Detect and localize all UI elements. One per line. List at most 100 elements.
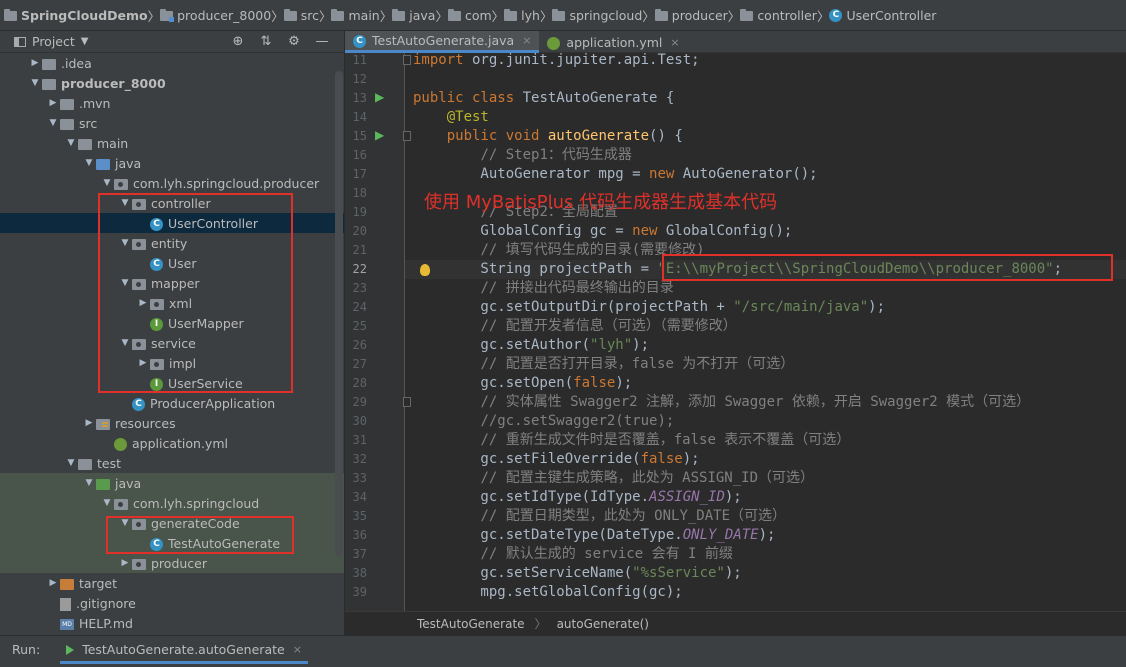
code-line[interactable]: //gc.setSwagger2(true); xyxy=(413,412,674,431)
expanded-arrow-icon[interactable]: ▼ xyxy=(118,198,132,208)
close-icon[interactable]: × xyxy=(670,36,679,49)
code-line[interactable]: // 配置开发者信息（可选）（需要修改） xyxy=(413,317,736,336)
tree-node[interactable]: ▼ mapper xyxy=(0,273,344,293)
code-line[interactable]: // 默认生成的 service 会有 I 前缀 xyxy=(413,545,732,564)
tree-node[interactable]: I UserService xyxy=(0,373,344,393)
code-line[interactable]: // 填写代码生成的目录(需要修改) xyxy=(413,241,704,260)
project-tree-scrollbar[interactable] xyxy=(335,71,343,556)
code-line[interactable]: gc.setFileOverride(false); xyxy=(413,450,699,469)
collapsed-arrow-icon[interactable]: ▶ xyxy=(28,58,42,68)
code-line[interactable]: // Step1：代码生成器 xyxy=(413,146,631,165)
tree-node[interactable]: C UserController xyxy=(0,213,344,233)
tree-node[interactable]: ▼ src xyxy=(0,113,344,133)
tree-node[interactable]: C User xyxy=(0,253,344,273)
run-test-icon[interactable]: ▶ xyxy=(375,128,384,142)
fold-marker-icon[interactable] xyxy=(403,397,411,407)
tree-node[interactable]: .gitignore xyxy=(0,593,344,613)
breadcrumb-item[interactable]: producer xyxy=(654,0,728,30)
collapsed-arrow-icon[interactable]: ▶ xyxy=(46,98,60,108)
tree-node[interactable]: ▶ xml xyxy=(0,293,344,313)
expanded-arrow-icon[interactable]: ▼ xyxy=(100,178,114,188)
code-editor[interactable]: 11 12 13 14 15 16 17 18 19 20 21 22 23 24 25 26 27 28 29 30… xyxy=(345,53,1126,611)
tree-node[interactable]: MD HELP.md xyxy=(0,613,344,633)
expanded-arrow-icon[interactable]: ▼ xyxy=(118,278,132,288)
code-line[interactable]: // 重新生成文件时是否覆盖，false 表示不覆盖（可选） xyxy=(413,431,850,450)
fold-marker-icon[interactable] xyxy=(403,131,411,141)
editor-tab[interactable]: C TestAutoGenerate.java × xyxy=(345,31,540,53)
code-line[interactable]: // 配置日期类型，此处为 ONLY_DATE（可选） xyxy=(413,507,786,526)
tree-node[interactable]: ▼ controller xyxy=(0,193,344,213)
expanded-arrow-icon[interactable]: ▼ xyxy=(118,518,132,528)
collapsed-arrow-icon[interactable]: ▶ xyxy=(46,578,60,588)
chevron-down-icon[interactable]: ▼ xyxy=(81,36,89,47)
run-class-icon[interactable]: ▶ xyxy=(375,90,384,104)
code-line[interactable]: gc.setOpen(false); xyxy=(413,374,632,393)
hide-minus-icon[interactable]: — xyxy=(314,34,330,49)
breadcrumb-item[interactable]: producer_8000 xyxy=(160,0,271,30)
breadcrumb-item[interactable]: com xyxy=(447,0,492,30)
expanded-arrow-icon[interactable]: ▼ xyxy=(64,458,78,468)
code-line[interactable]: gc.setOutputDir(projectPath + "/src/main… xyxy=(413,298,885,317)
tree-node[interactable]: ▶ .mvn xyxy=(0,93,344,113)
tree-node[interactable]: ▼ service xyxy=(0,333,344,353)
close-icon[interactable]: × xyxy=(522,34,531,47)
tree-node[interactable]: ▼ test xyxy=(0,453,344,473)
tree-node[interactable]: ▼ java xyxy=(0,153,344,173)
tree-node[interactable]: ▶ target xyxy=(0,573,344,593)
expanded-arrow-icon[interactable]: ▼ xyxy=(82,158,96,168)
tree-node[interactable]: C ProducerApplication xyxy=(0,393,344,413)
tree-node[interactable]: ▼ java xyxy=(0,473,344,493)
expanded-arrow-icon[interactable]: ▼ xyxy=(118,338,132,348)
collapsed-arrow-icon[interactable]: ▶ xyxy=(136,298,150,308)
expanded-arrow-icon[interactable]: ▼ xyxy=(28,78,42,88)
editor-breadcrumb-class[interactable]: TestAutoGenerate xyxy=(417,617,525,631)
tree-node[interactable]: ▶ impl xyxy=(0,353,344,373)
collapsed-arrow-icon[interactable]: ▶ xyxy=(118,558,132,568)
breadcrumb-item[interactable]: lyh xyxy=(504,0,540,30)
expanded-arrow-icon[interactable]: ▼ xyxy=(46,118,60,128)
tree-node[interactable]: ▼ entity xyxy=(0,233,344,253)
collapse-all-icon[interactable]: ⇅ xyxy=(258,34,274,49)
code-line[interactable]: // 配置是否打开目录，false 为不打开（可选） xyxy=(413,355,794,374)
tree-node[interactable]: ▼ generateCode xyxy=(0,513,344,533)
breadcrumb-item[interactable]: SpringCloudDemo xyxy=(4,0,148,30)
close-icon[interactable]: × xyxy=(293,643,302,656)
code-line[interactable]: import org.junit.jupiter.api.Test; xyxy=(413,53,700,70)
project-view-selector[interactable]: Project xyxy=(32,34,75,49)
tree-node[interactable]: ▶ resources xyxy=(0,413,344,433)
run-config-tab[interactable]: TestAutoGenerate.autoGenerate × xyxy=(60,642,308,664)
intention-bulb-icon[interactable] xyxy=(420,264,430,276)
breadcrumb-item[interactable]: controller xyxy=(740,0,817,30)
tree-node[interactable]: ▼ main xyxy=(0,133,344,153)
code-line[interactable]: gc.setDateType(DateType.ONLY_DATE); xyxy=(413,526,775,545)
tree-node[interactable]: ▼ producer_8000 xyxy=(0,73,344,93)
code-line[interactable]: // 实体属性 Swagger2 注解，添加 Swagger 依赖，开启 Swa… xyxy=(413,393,1030,412)
code-line[interactable]: gc.setIdType(IdType.ASSIGN_ID); xyxy=(413,488,741,507)
editor-tab[interactable]: application.yml × xyxy=(539,31,687,53)
code-line[interactable]: public void autoGenerate() { xyxy=(413,127,683,146)
breadcrumb-item[interactable]: springcloud xyxy=(552,0,642,30)
fold-marker-icon[interactable] xyxy=(403,55,411,65)
settings-gear-icon[interactable]: ⚙ xyxy=(286,34,302,49)
expanded-arrow-icon[interactable]: ▼ xyxy=(64,138,78,148)
breadcrumb-item[interactable]: C UserController xyxy=(829,0,936,30)
expanded-arrow-icon[interactable]: ▼ xyxy=(118,238,132,248)
collapsed-arrow-icon[interactable]: ▶ xyxy=(82,418,96,428)
code-line[interactable]: gc.setServiceName("%sService"); xyxy=(413,564,741,583)
tree-node[interactable]: ▶ .idea xyxy=(0,53,344,73)
code-line[interactable]: // 拼接出代码最终输出的目录 xyxy=(413,279,673,298)
code-line[interactable]: AutoGenerator mpg = new AutoGenerator(); xyxy=(413,165,817,184)
code-line[interactable]: gc.setAuthor("lyh"); xyxy=(413,336,649,355)
locate-icon[interactable]: ⊕ xyxy=(230,34,246,49)
tree-node[interactable]: ▼ com.lyh.springcloud xyxy=(0,493,344,513)
tree-node[interactable]: application.yml xyxy=(0,433,344,453)
expanded-arrow-icon[interactable]: ▼ xyxy=(100,498,114,508)
breadcrumb-item[interactable]: java xyxy=(392,0,435,30)
breadcrumb-item[interactable]: src xyxy=(283,0,319,30)
tree-node[interactable]: ▼ com.lyh.springcloud.producer xyxy=(0,173,344,193)
tree-node[interactable]: C TestAutoGenerate xyxy=(0,533,344,553)
tree-node[interactable]: I UserMapper xyxy=(0,313,344,333)
code-line[interactable]: @Test xyxy=(413,108,489,127)
collapsed-arrow-icon[interactable]: ▶ xyxy=(136,358,150,368)
code-line[interactable]: GlobalConfig gc = new GlobalConfig(); xyxy=(413,222,792,241)
